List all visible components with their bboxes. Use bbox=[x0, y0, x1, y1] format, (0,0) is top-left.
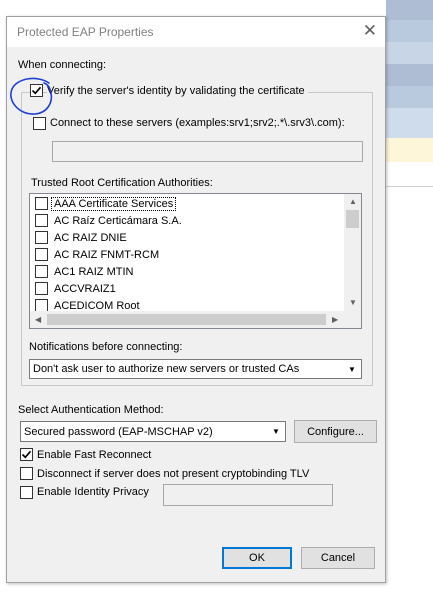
vertical-scrollbar[interactable]: ▲ ▼ bbox=[344, 194, 361, 311]
fast-reconnect-checkbox[interactable] bbox=[20, 448, 33, 461]
horizontal-scrollbar[interactable]: ◀ ▶ bbox=[30, 311, 344, 328]
close-icon[interactable]: ✕ bbox=[363, 20, 377, 42]
auth-method-dropdown[interactable]: Secured password (EAP-MSCHAP v2) ▼ bbox=[20, 421, 286, 442]
identity-input[interactable] bbox=[163, 484, 333, 506]
list-item-checkbox[interactable] bbox=[35, 231, 48, 244]
scroll-right-icon[interactable]: ▶ bbox=[332, 316, 338, 324]
list-item-label: AC RAIZ FNMT-RCM bbox=[54, 249, 160, 261]
peap-properties-dialog: Protected EAP Properties ✕ When connecti… bbox=[6, 16, 386, 583]
identity-privacy-checkbox[interactable] bbox=[20, 486, 33, 499]
list-item-checkbox[interactable] bbox=[35, 197, 48, 210]
checkmark-icon bbox=[21, 450, 32, 459]
list-item[interactable]: AC RAIZ FNMT-RCM bbox=[35, 247, 340, 264]
list-item-checkbox[interactable] bbox=[35, 248, 48, 261]
list-item[interactable]: AC RAIZ DNIE bbox=[35, 230, 340, 247]
chevron-down-icon[interactable]: ▼ bbox=[268, 423, 284, 440]
identity-privacy-label: Enable Identity Privacy bbox=[37, 486, 149, 498]
scroll-up-icon[interactable]: ▲ bbox=[349, 198, 357, 206]
connect-servers-checkbox[interactable] bbox=[33, 117, 46, 130]
trusted-roots-list[interactable]: AAA Certificate Services AC Raíz Certicá… bbox=[29, 193, 362, 329]
list-item-label: AC1 RAIZ MTIN bbox=[54, 266, 134, 278]
scroll-left-icon[interactable]: ◀ bbox=[35, 316, 41, 324]
list-item-label: AC Raíz Certicámara S.A. bbox=[54, 215, 182, 227]
title-bar: Protected EAP Properties ✕ bbox=[7, 17, 385, 47]
background-window-strip bbox=[386, 138, 433, 162]
configure-button[interactable]: Configure... bbox=[294, 420, 377, 443]
list-item[interactable]: AAA Certificate Services bbox=[35, 196, 340, 213]
list-item-checkbox[interactable] bbox=[35, 282, 48, 295]
notifications-label: Notifications before connecting: bbox=[29, 341, 183, 353]
background-window-strip bbox=[386, 86, 433, 108]
auth-method-value: Secured password (EAP-MSCHAP v2) bbox=[24, 426, 213, 438]
list-item-checkbox[interactable] bbox=[35, 214, 48, 227]
scrollbar-thumb[interactable] bbox=[47, 314, 326, 325]
list-item-label: AAA Certificate Services bbox=[50, 197, 177, 211]
scrollbar-thumb[interactable] bbox=[346, 210, 359, 228]
list-item[interactable]: ACCVRAIZ1 bbox=[35, 281, 340, 298]
dialog-title: Protected EAP Properties bbox=[17, 25, 154, 39]
fast-reconnect-label: Enable Fast Reconnect bbox=[37, 449, 152, 461]
background-window-strip bbox=[386, 0, 433, 20]
scroll-down-icon[interactable]: ▼ bbox=[349, 299, 357, 307]
scrollbar-corner bbox=[344, 311, 361, 328]
background-window-strip bbox=[386, 108, 433, 138]
notifications-value: Don't ask user to authorize new servers … bbox=[33, 363, 300, 375]
cryptobinding-label: Disconnect if server does not present cr… bbox=[37, 468, 310, 480]
when-connecting-label: When connecting: bbox=[18, 59, 107, 71]
connect-servers-label: Connect to these servers (examples:srv1;… bbox=[50, 117, 345, 129]
list-item-checkbox[interactable] bbox=[35, 265, 48, 278]
annotation-circle bbox=[10, 77, 53, 115]
list-item[interactable]: AC Raíz Certicámara S.A. bbox=[35, 213, 340, 230]
background-window-strip bbox=[386, 20, 433, 42]
verify-server-label: Verify the server's identity by validati… bbox=[47, 85, 308, 97]
ok-button[interactable]: OK bbox=[222, 547, 292, 569]
auth-method-label: Select Authentication Method: bbox=[18, 404, 164, 416]
background-window-divider bbox=[386, 186, 433, 187]
list-item-label: AC RAIZ DNIE bbox=[54, 232, 127, 244]
list-item[interactable]: AC1 RAIZ MTIN bbox=[35, 264, 340, 281]
background-window-strip bbox=[386, 42, 433, 64]
chevron-down-icon[interactable]: ▼ bbox=[344, 361, 360, 377]
cancel-button[interactable]: Cancel bbox=[301, 547, 375, 569]
trusted-roots-label: Trusted Root Certification Authorities: bbox=[31, 177, 213, 189]
list-item-label: ACCVRAIZ1 bbox=[54, 283, 116, 295]
background-window-strip bbox=[386, 64, 433, 86]
cryptobinding-checkbox[interactable] bbox=[20, 467, 33, 480]
servers-input[interactable] bbox=[52, 141, 363, 162]
notifications-dropdown[interactable]: Don't ask user to authorize new servers … bbox=[29, 359, 362, 379]
